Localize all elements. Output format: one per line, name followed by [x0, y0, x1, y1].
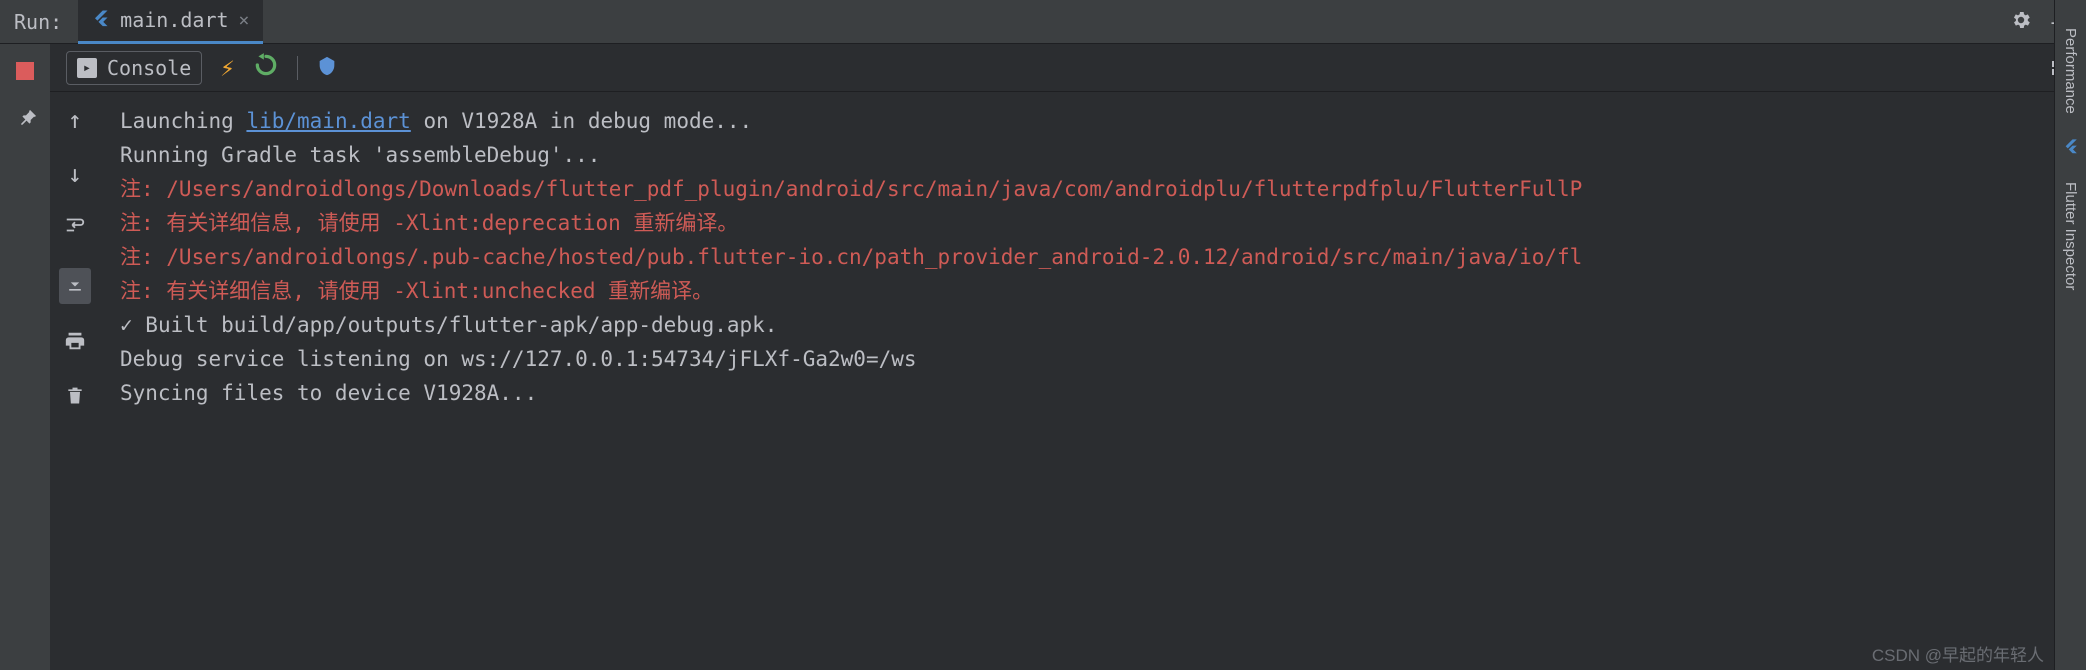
- hot-reload-icon[interactable]: ⚡: [220, 54, 234, 82]
- output-error-line: 注: 有关详细信息, 请使用 -Xlint:deprecation 重新编译。: [120, 206, 2066, 240]
- right-sidebar: Performance Flutter Inspector: [2054, 0, 2086, 670]
- run-tab-main-dart[interactable]: main.dart ×: [78, 0, 263, 44]
- output-line: ✓ Built build/app/outputs/flutter-apk/ap…: [120, 308, 2066, 342]
- output-error-line: 注: 有关详细信息, 请使用 -Xlint:unchecked 重新编译。: [120, 274, 2066, 308]
- pin-icon[interactable]: [9, 105, 42, 138]
- sidebar-tab-flutter-inspector[interactable]: Flutter Inspector: [2058, 170, 2083, 302]
- scroll-to-end-icon[interactable]: [59, 268, 91, 304]
- down-icon[interactable]: ↓: [68, 160, 82, 188]
- soft-wrap-icon[interactable]: [64, 214, 86, 242]
- devtools-icon[interactable]: [316, 55, 338, 81]
- print-icon[interactable]: [64, 330, 86, 358]
- flutter-icon: [92, 8, 110, 32]
- output-error-line: 注: /Users/androidlongs/Downloads/flutter…: [120, 172, 2066, 206]
- console-side-toolbar: ↑ ↓: [50, 92, 100, 670]
- run-header: Run: main.dart × —: [0, 0, 2086, 44]
- output-error-line: 注: /Users/androidlongs/.pub-cache/hosted…: [120, 240, 2066, 274]
- output-line: Launching lib/main.dart on V1928A in deb…: [120, 104, 2066, 138]
- stop-icon[interactable]: [16, 62, 34, 80]
- hot-restart-icon[interactable]: [253, 52, 279, 84]
- left-toolbar: [0, 44, 50, 670]
- main-area: ▸ Console ⚡ ↑ ↓: [0, 44, 2086, 670]
- sidebar-tab-performance[interactable]: Performance: [2058, 16, 2083, 126]
- content-area: ▸ Console ⚡ ↑ ↓: [50, 44, 2086, 670]
- console-toolbar-top: ▸ Console ⚡: [50, 44, 2086, 92]
- file-link[interactable]: lib/main.dart: [246, 109, 410, 133]
- gear-icon[interactable]: [2010, 9, 2032, 35]
- tab-title: main.dart: [120, 8, 228, 32]
- close-icon[interactable]: ×: [239, 10, 250, 31]
- output-line: Running Gradle task 'assembleDebug'...: [120, 138, 2066, 172]
- console-icon: ▸: [77, 58, 97, 78]
- output-line: Syncing files to device V1928A...: [120, 376, 2066, 410]
- up-icon[interactable]: ↑: [68, 106, 82, 134]
- output-line: Debug service listening on ws://127.0.0.…: [120, 342, 2066, 376]
- divider: [297, 56, 298, 80]
- console-body: ↑ ↓ Launching lib/main.dart on V1928A in…: [50, 92, 2086, 670]
- trash-icon[interactable]: [65, 384, 85, 412]
- run-label: Run:: [10, 10, 78, 34]
- watermark: CSDN @早起的年轻人: [1872, 641, 2044, 666]
- console-output[interactable]: Launching lib/main.dart on V1928A in deb…: [100, 92, 2086, 670]
- console-label: Console: [107, 56, 191, 80]
- flutter-icon: [2063, 138, 2079, 158]
- console-button[interactable]: ▸ Console: [66, 51, 202, 85]
